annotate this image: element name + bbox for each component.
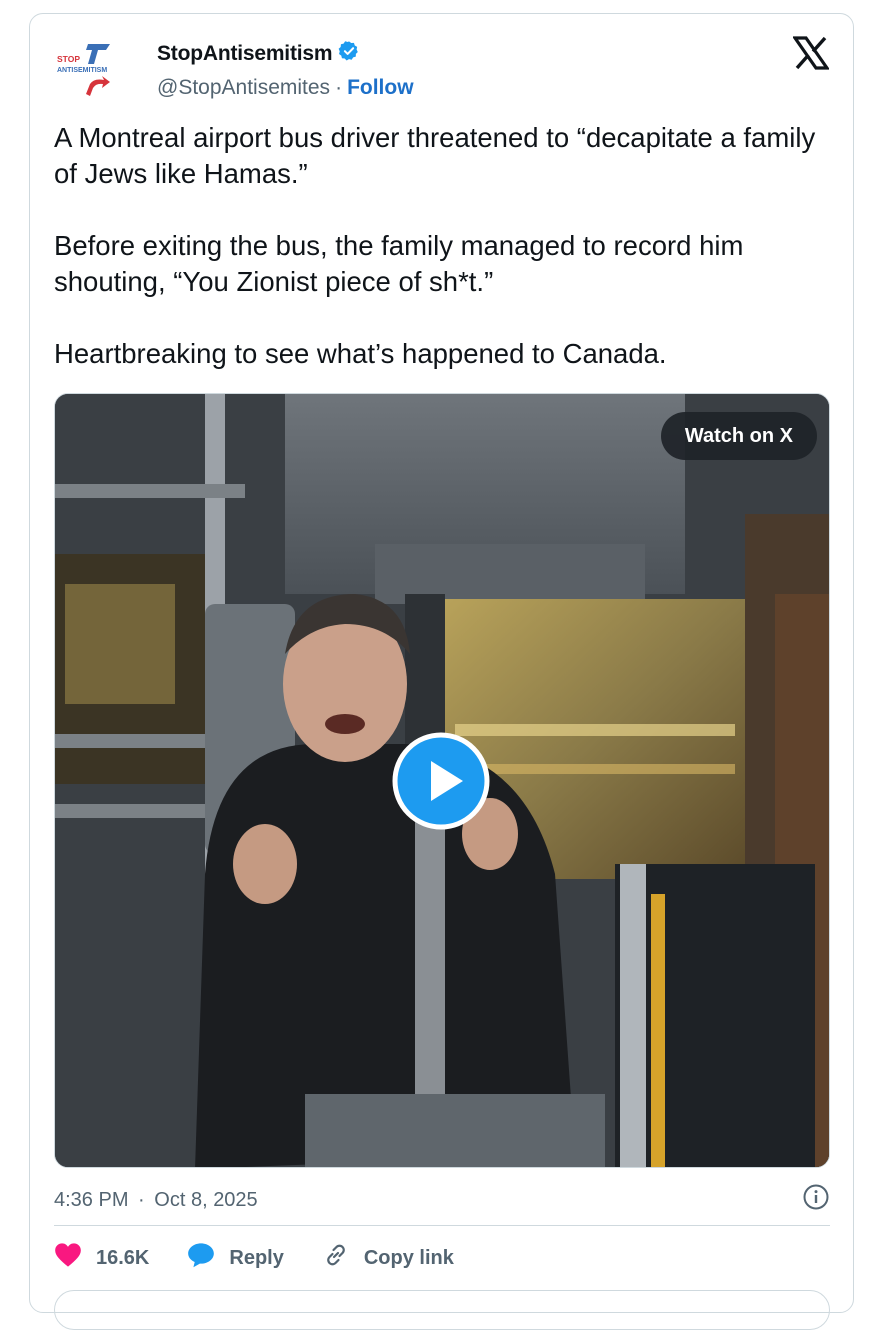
speech-bubble-icon xyxy=(187,1242,215,1274)
reply-button[interactable]: Reply xyxy=(187,1242,284,1274)
timestamp-separator: · xyxy=(138,1188,145,1211)
x-logo-icon[interactable] xyxy=(791,36,831,72)
logo-text-stop: STOP xyxy=(57,54,80,64)
play-button[interactable] xyxy=(391,731,491,831)
tweet-paragraph: Heartbreaking to see what’s happened to … xyxy=(54,338,667,369)
heart-icon xyxy=(54,1242,82,1274)
handle-separator: · xyxy=(335,76,343,99)
tweet-actions: 16.6K Reply Copy link xyxy=(54,1238,492,1278)
author-handle-row: @StopAntisemites · Follow xyxy=(157,76,414,100)
author-handle[interactable]: @StopAntisemites xyxy=(157,76,330,100)
tweet-paragraph: Before exiting the bus, the family manag… xyxy=(54,230,744,297)
divider xyxy=(54,1225,830,1226)
copy-link-label: Copy link xyxy=(363,1246,454,1269)
follow-link[interactable]: Follow xyxy=(347,76,414,100)
copy-link-button[interactable]: Copy link xyxy=(322,1241,454,1275)
author-avatar[interactable]: STOP ANTISEMITISM xyxy=(54,38,124,104)
tweet-timestamp[interactable]: 4:36 PM · Oct 8, 2025 xyxy=(54,1189,258,1212)
link-icon xyxy=(322,1241,350,1275)
stopantisemitism-logo: STOP ANTISEMITISM xyxy=(57,44,110,96)
like-count: 16.6K xyxy=(96,1246,150,1269)
reply-label: Reply xyxy=(229,1246,284,1269)
author-display-name[interactable]: StopAntisemitism xyxy=(157,42,333,66)
author-name-row: StopAntisemitism xyxy=(157,40,360,67)
like-button[interactable]: 16.6K xyxy=(54,1242,149,1274)
embedded-tweet-card: STOP ANTISEMITISM StopAntisemitism @Stop… xyxy=(29,13,854,1330)
tweet-text: A Montreal airport bus driver threatened… xyxy=(54,120,824,372)
verified-badge-icon xyxy=(338,40,360,67)
read-replies-button[interactable] xyxy=(54,1290,830,1330)
watch-on-x-button[interactable]: Watch on X xyxy=(660,412,817,460)
logo-text-antisemitism: ANTISEMITISM xyxy=(57,67,107,74)
timestamp-row: 4:36 PM · Oct 8, 2025 xyxy=(54,1182,830,1218)
tweet-time: 4:36 PM xyxy=(54,1188,129,1211)
video-thumbnail[interactable]: Watch on X xyxy=(54,393,830,1168)
info-icon[interactable] xyxy=(802,1183,830,1217)
tweet-header: STOP ANTISEMITISM StopAntisemitism @Stop… xyxy=(54,36,831,106)
tweet-date: Oct 8, 2025 xyxy=(154,1188,258,1211)
tweet-paragraph: A Montreal airport bus driver threatened… xyxy=(54,122,816,189)
play-icon xyxy=(392,732,490,830)
